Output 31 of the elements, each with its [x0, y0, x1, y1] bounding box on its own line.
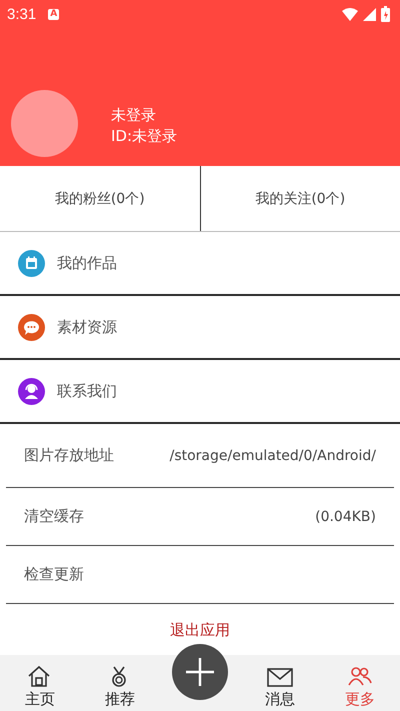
notification-icon: A [48, 8, 60, 20]
menu-item[interactable]: 联系我们 [0, 360, 400, 424]
setting-label: 图片存放地址 [24, 446, 114, 465]
user-name: 未登录 [111, 105, 157, 126]
plus-icon [185, 657, 215, 687]
calendar-icon [18, 250, 45, 276]
menu-item[interactable]: 素材资源 [0, 296, 400, 360]
menu-label: 我的作品 [57, 254, 117, 272]
setting-label: 检查更新 [24, 565, 84, 584]
battery-icon [381, 6, 390, 22]
setting-value: /storage/emulated/0/Android/ [170, 448, 376, 464]
user-id: ID:未登录 [111, 126, 178, 147]
stat-link[interactable]: 我的粉丝(0个) [0, 166, 200, 231]
menu-item[interactable]: 我的作品 [0, 232, 400, 296]
headset-icon [18, 378, 45, 404]
nav-tab[interactable]: 消息 [240, 655, 320, 711]
nav-tab[interactable]: 更多 [320, 655, 400, 711]
menu-label: 联系我们 [57, 382, 117, 400]
mail-icon [267, 665, 293, 688]
wifi-icon [341, 7, 359, 21]
stat-link[interactable]: 我的关注(0个) [200, 166, 400, 231]
people-icon [347, 665, 373, 688]
chat-icon [18, 314, 45, 340]
setting-label: 清空缓存 [24, 507, 84, 526]
status-time: 3:31 [7, 6, 36, 22]
signal-icon [363, 7, 377, 21]
setting-value: (0.04KB) [315, 508, 376, 524]
nav-tab[interactable]: 推荐 [80, 655, 160, 711]
logout-link[interactable]: 退出应用 [164, 620, 236, 641]
menu-label: 素材资源 [57, 318, 117, 336]
nav-tab[interactable]: 主页 [0, 655, 80, 711]
